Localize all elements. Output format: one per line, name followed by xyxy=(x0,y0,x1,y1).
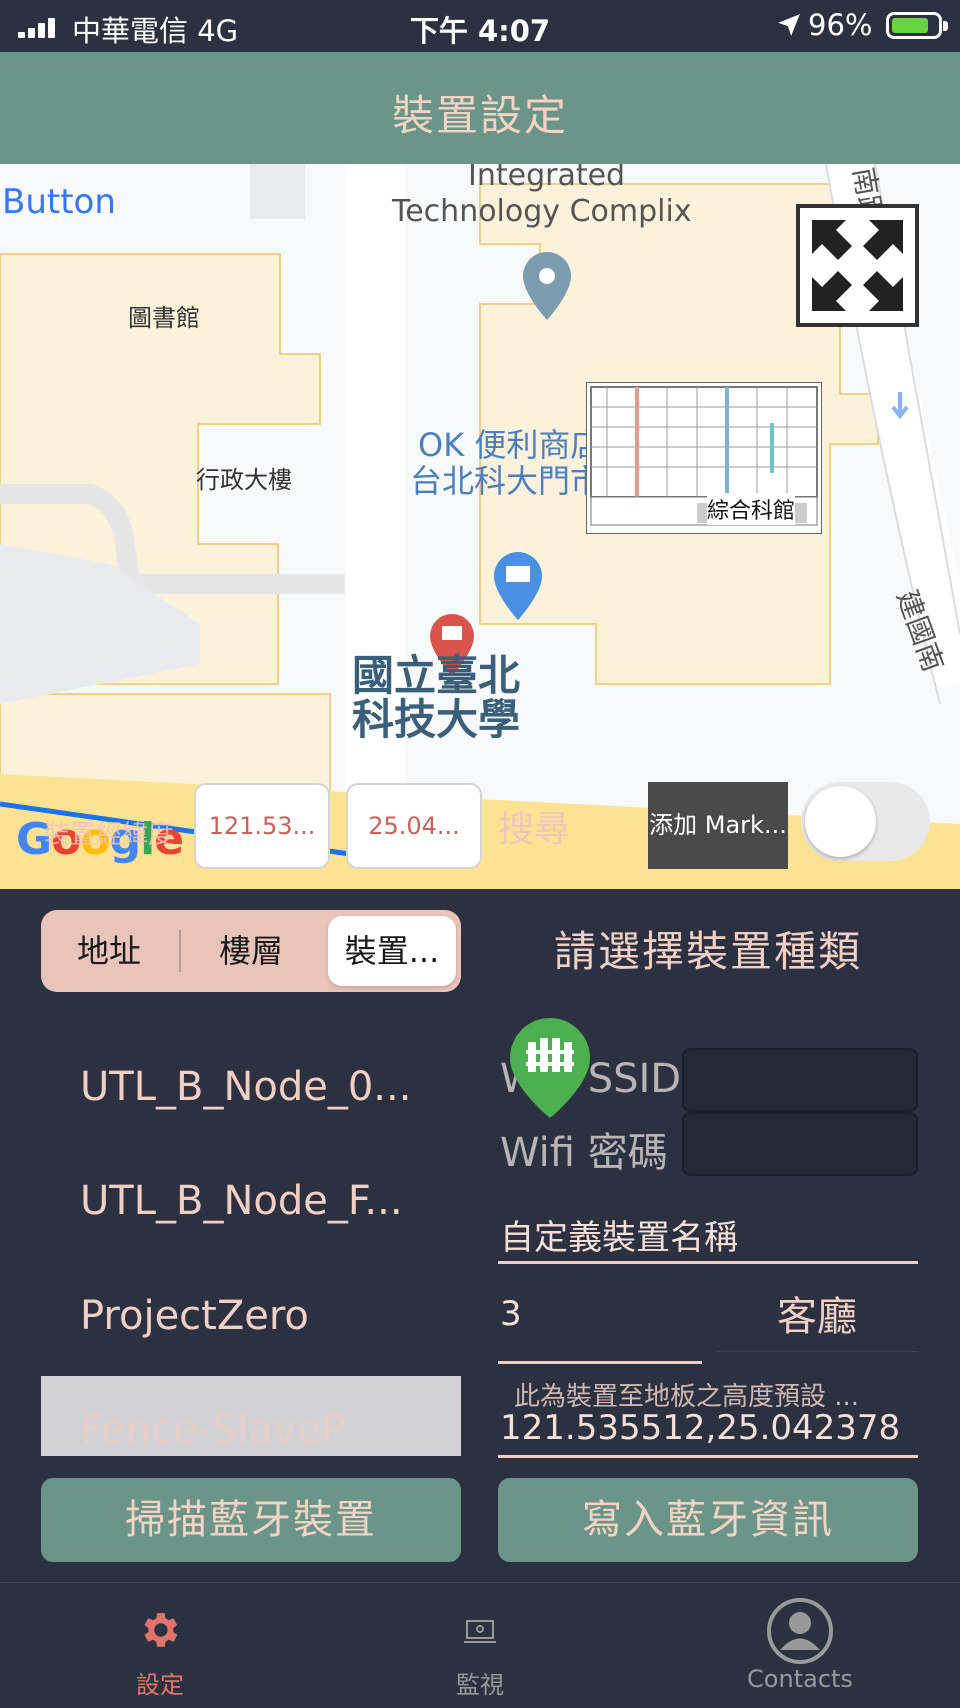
map-view[interactable]: Integrated Technology Complix 圖書館 行政大樓 O… xyxy=(0,164,960,889)
segment-address[interactable]: 地址 xyxy=(41,910,177,992)
wifi-password-label: Wifi 密碼 xyxy=(500,1130,668,1176)
height-input[interactable]: 3 xyxy=(498,1294,702,1364)
lnglat-label: 裝置經緯度 xyxy=(44,820,175,850)
segment-floor[interactable]: 樓層 xyxy=(181,910,321,992)
marker-toggle[interactable] xyxy=(801,782,930,861)
tab-bar: 設定 監視 Contacts xyxy=(0,1582,960,1708)
wifi-ssid-input[interactable] xyxy=(682,1048,918,1112)
room-picker[interactable]: 客廳 xyxy=(716,1282,918,1352)
contact-icon xyxy=(767,1598,833,1664)
app-header: 裝置設定 xyxy=(0,52,960,164)
tab-settings[interactable]: 設定 xyxy=(0,1583,320,1708)
gear-icon xyxy=(144,1613,178,1647)
map-label-complex: 綜合科館 xyxy=(707,493,796,525)
location-arrow-icon xyxy=(778,14,800,36)
search-button[interactable]: 搜尋 xyxy=(498,800,570,852)
toggle-knob xyxy=(805,786,876,857)
monitor-icon xyxy=(464,1620,496,1643)
page-title: 裝置設定 xyxy=(391,91,568,140)
tab-label-contacts: Contacts xyxy=(747,1665,853,1693)
custom-name-input[interactable]: 自定義裝置名稱 xyxy=(498,1210,918,1264)
device-type-title: 請選擇裝置種類 xyxy=(553,927,862,976)
tab-label-settings: 設定 xyxy=(136,1671,184,1699)
expand-icon xyxy=(812,220,903,311)
map-button-link[interactable]: Button xyxy=(2,182,116,222)
map-label-ok-store-branch: 台北科大門市 xyxy=(410,462,603,500)
map-label-integrated: Integrated xyxy=(468,164,626,193)
map-label-ntut-2: 科技大學 xyxy=(352,695,521,744)
add-marker-button[interactable]: 添加 Mark... xyxy=(648,782,788,869)
tab-contacts[interactable]: Contacts xyxy=(640,1583,960,1708)
fence-pin-icon xyxy=(510,1018,590,1118)
map-label-library: 圖書館 xyxy=(128,304,200,332)
map-label-technology-complix: Technology Complix xyxy=(392,194,692,229)
latitude-field[interactable]: 25.04... xyxy=(346,783,482,869)
tab-label-monitor: 監視 xyxy=(456,1671,504,1699)
segment-device[interactable]: 裝置... xyxy=(328,916,456,986)
wifi-password-input[interactable] xyxy=(682,1112,918,1176)
battery-icon xyxy=(886,12,948,39)
floorplan-overlay[interactable]: 綜合科館 xyxy=(586,382,822,534)
expand-map-button[interactable] xyxy=(796,204,919,327)
device-list-item[interactable]: UTL_B_Node_F... xyxy=(80,1178,403,1224)
coordinates-input[interactable]: 121.535512,25.042378 xyxy=(498,1408,918,1458)
longitude-field[interactable]: 121.53... xyxy=(194,783,330,869)
map-label-admin: 行政大樓 xyxy=(196,466,292,494)
status-bar: 中華電信 4G 下午 4:07 96% xyxy=(0,0,960,52)
device-list-item[interactable]: UTL_B_Node_0... xyxy=(80,1064,411,1110)
write-bluetooth-button[interactable]: 寫入藍牙資訊 xyxy=(498,1478,918,1562)
battery-percent: 96% xyxy=(808,8,873,42)
device-list-item[interactable]: Fence-SlaveP xyxy=(80,1407,345,1455)
tab-monitor[interactable]: 監視 xyxy=(320,1583,640,1708)
scan-bluetooth-button[interactable]: 掃描藍牙裝置 xyxy=(41,1478,461,1562)
mode-segmented-control[interactable]: 地址 樓層 裝置... xyxy=(41,910,461,992)
device-list-item[interactable]: ProjectZero xyxy=(80,1293,309,1339)
